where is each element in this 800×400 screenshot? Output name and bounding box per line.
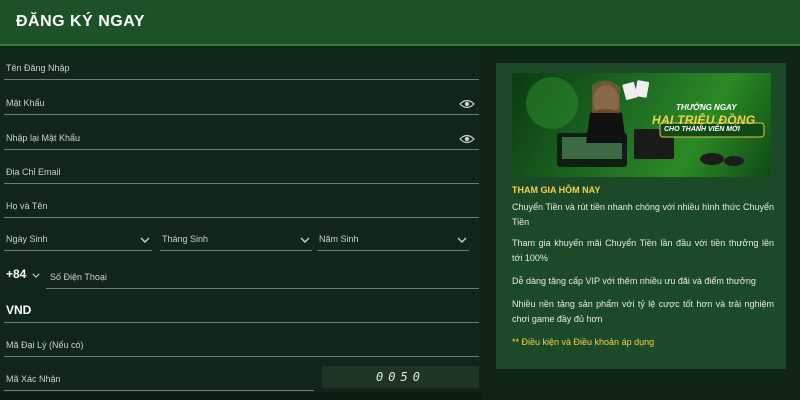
verification-label: Mã Xác Nhận	[6, 374, 61, 384]
password-field[interactable]: Mật Khẩu	[4, 85, 479, 115]
promo-paragraph: Chuyển Tiền và rút tiền nhanh chóng với …	[512, 202, 774, 227]
page-header: ĐĂNG KÝ NGAY	[0, 0, 800, 46]
username-label: Tên Đăng Nhập	[6, 63, 70, 73]
phone-label: Số Điện Thoại	[50, 272, 107, 282]
currency-field[interactable]: VND	[4, 293, 479, 323]
fullname-field[interactable]: Họ và Tên	[4, 188, 479, 218]
banner-line-3: CHO THÀNH VIÊN MỚI	[664, 126, 740, 133]
email-label: Địa Chỉ Email	[6, 167, 61, 177]
password-label: Mật Khẩu	[6, 98, 45, 108]
promo-paragraph: Nhiều nền tảng sản phẩm với tỷ lệ cược t…	[512, 299, 774, 324]
email-field[interactable]: Địa Chỉ Email	[4, 154, 479, 184]
promo-banner[interactable]: THƯỞNG NGAY HAI TRIỆU ĐỒNG CHO THÀNH VIÊ…	[512, 73, 771, 177]
captcha-image[interactable]: 0050	[322, 366, 479, 388]
promo-panel: THƯỞNG NGAY HAI TRIỆU ĐỒNG CHO THÀNH VIÊ…	[496, 63, 786, 369]
terms-link[interactable]: ** Điều kiện và Điều khoản áp dụng	[512, 337, 654, 347]
banner-line-2: HAI TRIỆU ĐỒNG	[652, 113, 756, 127]
chevron-down-icon	[457, 237, 467, 243]
country-code-select[interactable]: +84	[4, 259, 42, 289]
confirm-password-field[interactable]: Nhập lại Mật Khẩu	[4, 120, 479, 150]
promo-heading: THAM GIA HÔM NAY	[512, 185, 601, 195]
birth-year-select[interactable]: Năm Sinh	[317, 221, 469, 251]
verification-field[interactable]: Mã Xác Nhận	[4, 361, 314, 391]
fullname-label: Họ và Tên	[6, 201, 48, 211]
bottom-divider	[0, 392, 482, 400]
birth-month-label: Tháng Sinh	[162, 234, 209, 244]
agent-code-field[interactable]: Mã Đại Lý (Nếu có)	[4, 327, 479, 357]
chevron-down-icon	[140, 237, 150, 243]
chevron-down-icon	[32, 273, 40, 278]
birth-day-label: Ngày Sinh	[6, 234, 48, 244]
birth-month-select[interactable]: Tháng Sinh	[160, 221, 312, 251]
chevron-down-icon	[300, 237, 310, 243]
banner-line-1: THƯỞNG NGAY	[676, 103, 737, 112]
promo-paragraph: Tham gia khuyến mãi Chuyển Tiền lần đầu …	[512, 238, 774, 263]
promo-paragraph: Dễ dàng tăng cấp VIP với thêm nhiều ưu đ…	[512, 276, 756, 286]
eye-icon[interactable]	[459, 99, 475, 109]
phone-field[interactable]: Số Điện Thoại	[46, 259, 479, 289]
page-title: ĐĂNG KÝ NGAY	[16, 13, 145, 30]
username-field[interactable]: Tên Đăng Nhập	[4, 50, 479, 80]
currency-value: VND	[6, 303, 32, 317]
birth-day-select[interactable]: Ngày Sinh	[4, 221, 152, 251]
eye-icon[interactable]	[459, 134, 475, 144]
country-code: +84	[6, 267, 27, 281]
confirm-password-label: Nhập lại Mật Khẩu	[6, 133, 81, 143]
agent-code-label: Mã Đại Lý (Nếu có)	[6, 340, 84, 350]
birth-year-label: Năm Sinh	[319, 234, 359, 244]
captcha-code: 0050	[376, 370, 425, 384]
